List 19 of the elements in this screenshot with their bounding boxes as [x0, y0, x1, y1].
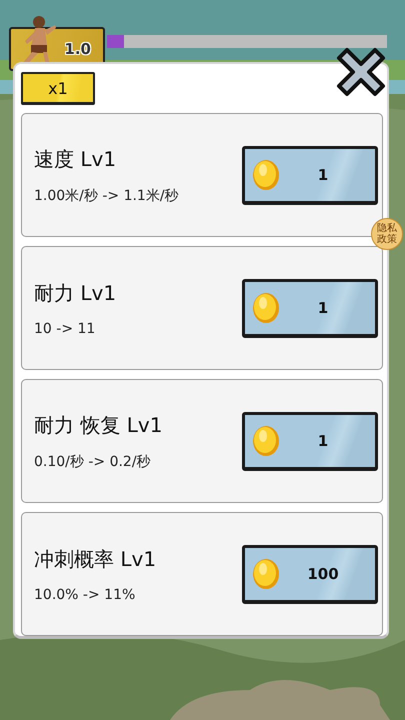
buy-button[interactable]: 1	[242, 412, 378, 470]
upgrade-effect: 1.00米/秒 -> 1.1米/秒	[34, 186, 180, 204]
upgrade-effect: 10.0% -> 11%	[34, 586, 136, 602]
multiplier-button[interactable]: x1	[21, 72, 95, 105]
buy-button[interactable]: 1	[242, 278, 378, 338]
buy-button[interactable]: 100	[242, 544, 378, 604]
upgrade-title: 冲刺概率 Lv1	[34, 546, 158, 572]
upgrade-effect: 10 -> 11	[34, 320, 96, 336]
coin-icon	[251, 556, 281, 590]
coin-icon	[251, 290, 281, 324]
upgrade-title: 耐力 Lv1	[34, 280, 118, 306]
buy-button[interactable]: 1	[242, 146, 378, 204]
upgrade-title: 速度 Lv1	[34, 146, 118, 172]
coin-icon	[251, 424, 281, 458]
upgrade-effect: 0.10/秒 -> 0.2/秒	[34, 452, 152, 470]
coin-icon	[251, 158, 281, 192]
close-icon[interactable]	[335, 46, 387, 98]
speed-value: 1.0	[64, 40, 91, 58]
upgrade-title: 耐力 恢复 Lv1	[34, 412, 164, 438]
